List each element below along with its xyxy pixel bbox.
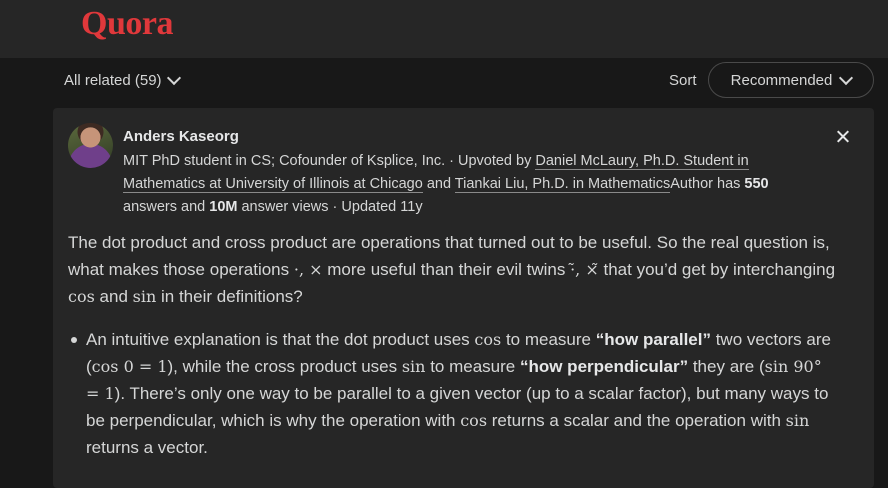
math-expression: sin <box>401 357 426 376</box>
answer-text: they are ( <box>688 357 765 376</box>
sort-label: Sort <box>669 72 697 89</box>
sort-dropdown[interactable]: Recommended <box>708 62 874 98</box>
credential-text: answers and <box>123 199 210 215</box>
math-expression: ·̃, ×̃ <box>570 260 599 279</box>
answer-paragraph: The dot product and cross product are op… <box>68 229 863 310</box>
top-bar: Quora <box>0 0 888 59</box>
all-related-label: All related (59) <box>64 72 162 89</box>
answer-text: in their definitions? <box>156 287 303 306</box>
chevron-down-icon <box>839 70 854 85</box>
list-item: An intuitive explanation is that the dot… <box>71 326 831 461</box>
credential-text: and <box>422 176 455 192</box>
math-expression: cos 0 = 1 <box>91 357 168 376</box>
sort-value: Recommended <box>730 71 833 89</box>
avatar[interactable] <box>68 123 113 168</box>
answer-card: Anders Kaseorg MIT PhD student in CS; Co… <box>53 108 874 488</box>
answer-text: An intuitive explanation is that the dot… <box>86 330 475 349</box>
answer-text: ), while the cross product uses <box>167 357 402 376</box>
math-expression: sin <box>132 287 157 306</box>
chevron-down-icon <box>166 70 181 86</box>
answer-text: that you’d get by interchanging <box>598 260 836 279</box>
credential-text: answer views · Updated 11y <box>237 199 423 215</box>
bold-text: “how perpendicular” <box>519 357 689 376</box>
answer-text: returns a scalar and the operation with <box>487 411 786 430</box>
math-expression: ·, × <box>293 260 323 279</box>
answer-text: and <box>94 287 133 306</box>
math-expression: cos <box>68 287 95 306</box>
answer-text: more useful than their evil twins <box>322 260 571 279</box>
answers-count: 550 <box>744 176 769 192</box>
filter-bar: All related (59) Sort Recommended <box>0 58 888 106</box>
author-credentials: MIT PhD student in CS; Cofounder of Kspl… <box>123 150 823 219</box>
bullet-icon <box>71 337 77 343</box>
credential-text: MIT PhD student in CS; Cofounder of Kspl… <box>123 153 536 169</box>
quora-logo[interactable]: Quora <box>81 5 173 43</box>
answer-text: to measure <box>425 357 520 376</box>
upvoter-link[interactable]: Tiankai Liu, Ph.D. in Mathematics <box>454 176 671 193</box>
answer-text: returns a vector. <box>86 438 208 457</box>
answer-text: to measure <box>501 330 596 349</box>
views-count: 10M <box>209 199 238 215</box>
math-expression: cos <box>460 411 488 430</box>
close-icon[interactable] <box>832 126 854 148</box>
math-expression: sin <box>785 411 810 430</box>
bold-text: “how parallel” <box>595 330 711 349</box>
credential-text: Author has <box>670 176 745 192</box>
math-expression: cos <box>474 330 502 349</box>
all-related-dropdown[interactable]: All related (59) <box>64 70 181 89</box>
author-name[interactable]: Anders Kaseorg <box>123 128 239 145</box>
